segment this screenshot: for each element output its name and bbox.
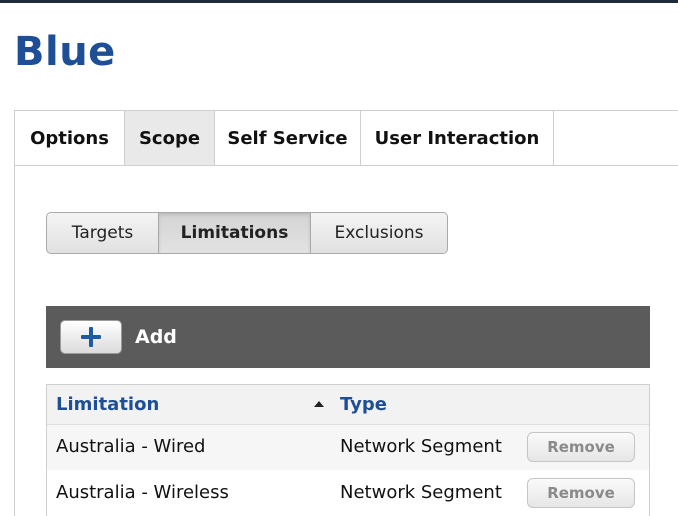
add-label[interactable]: Add <box>135 325 177 349</box>
add-button[interactable] <box>60 320 122 354</box>
limitations-table: Limitation Type Australia - Wired Networ… <box>46 384 650 516</box>
column-header-limitation[interactable]: Limitation <box>56 394 159 416</box>
table-header: Limitation Type <box>47 385 649 425</box>
top-rule <box>0 0 678 3</box>
page-title: Blue <box>14 29 116 75</box>
plus-icon <box>81 327 101 347</box>
column-header-type[interactable]: Type <box>340 394 387 416</box>
table-row: Australia - Wireless Network Segment Rem… <box>47 471 649 516</box>
sort-ascending-icon[interactable] <box>314 401 324 407</box>
subtab-targets[interactable]: Targets <box>47 213 159 253</box>
cell-type: Network Segment <box>340 436 502 457</box>
main-tabs: Options Scope Self Service User Interact… <box>14 110 678 166</box>
scope-subtabs: Targets Limitations Exclusions <box>46 212 448 254</box>
remove-button[interactable]: Remove <box>527 432 635 462</box>
cell-type: Network Segment <box>340 482 502 503</box>
table-row: Australia - Wired Network Segment Remove <box>47 425 649 470</box>
tab-self-service[interactable]: Self Service <box>215 111 361 165</box>
cell-limitation: Australia - Wired <box>56 436 206 457</box>
subtab-exclusions[interactable]: Exclusions <box>311 213 447 253</box>
subtab-limitations[interactable]: Limitations <box>159 213 311 253</box>
tab-options[interactable]: Options <box>14 111 125 165</box>
remove-button[interactable]: Remove <box>527 478 635 508</box>
tab-user-interaction[interactable]: User Interaction <box>361 111 554 165</box>
tab-scope[interactable]: Scope <box>125 111 215 165</box>
add-toolbar: Add <box>46 306 650 368</box>
cell-limitation: Australia - Wireless <box>56 482 229 503</box>
